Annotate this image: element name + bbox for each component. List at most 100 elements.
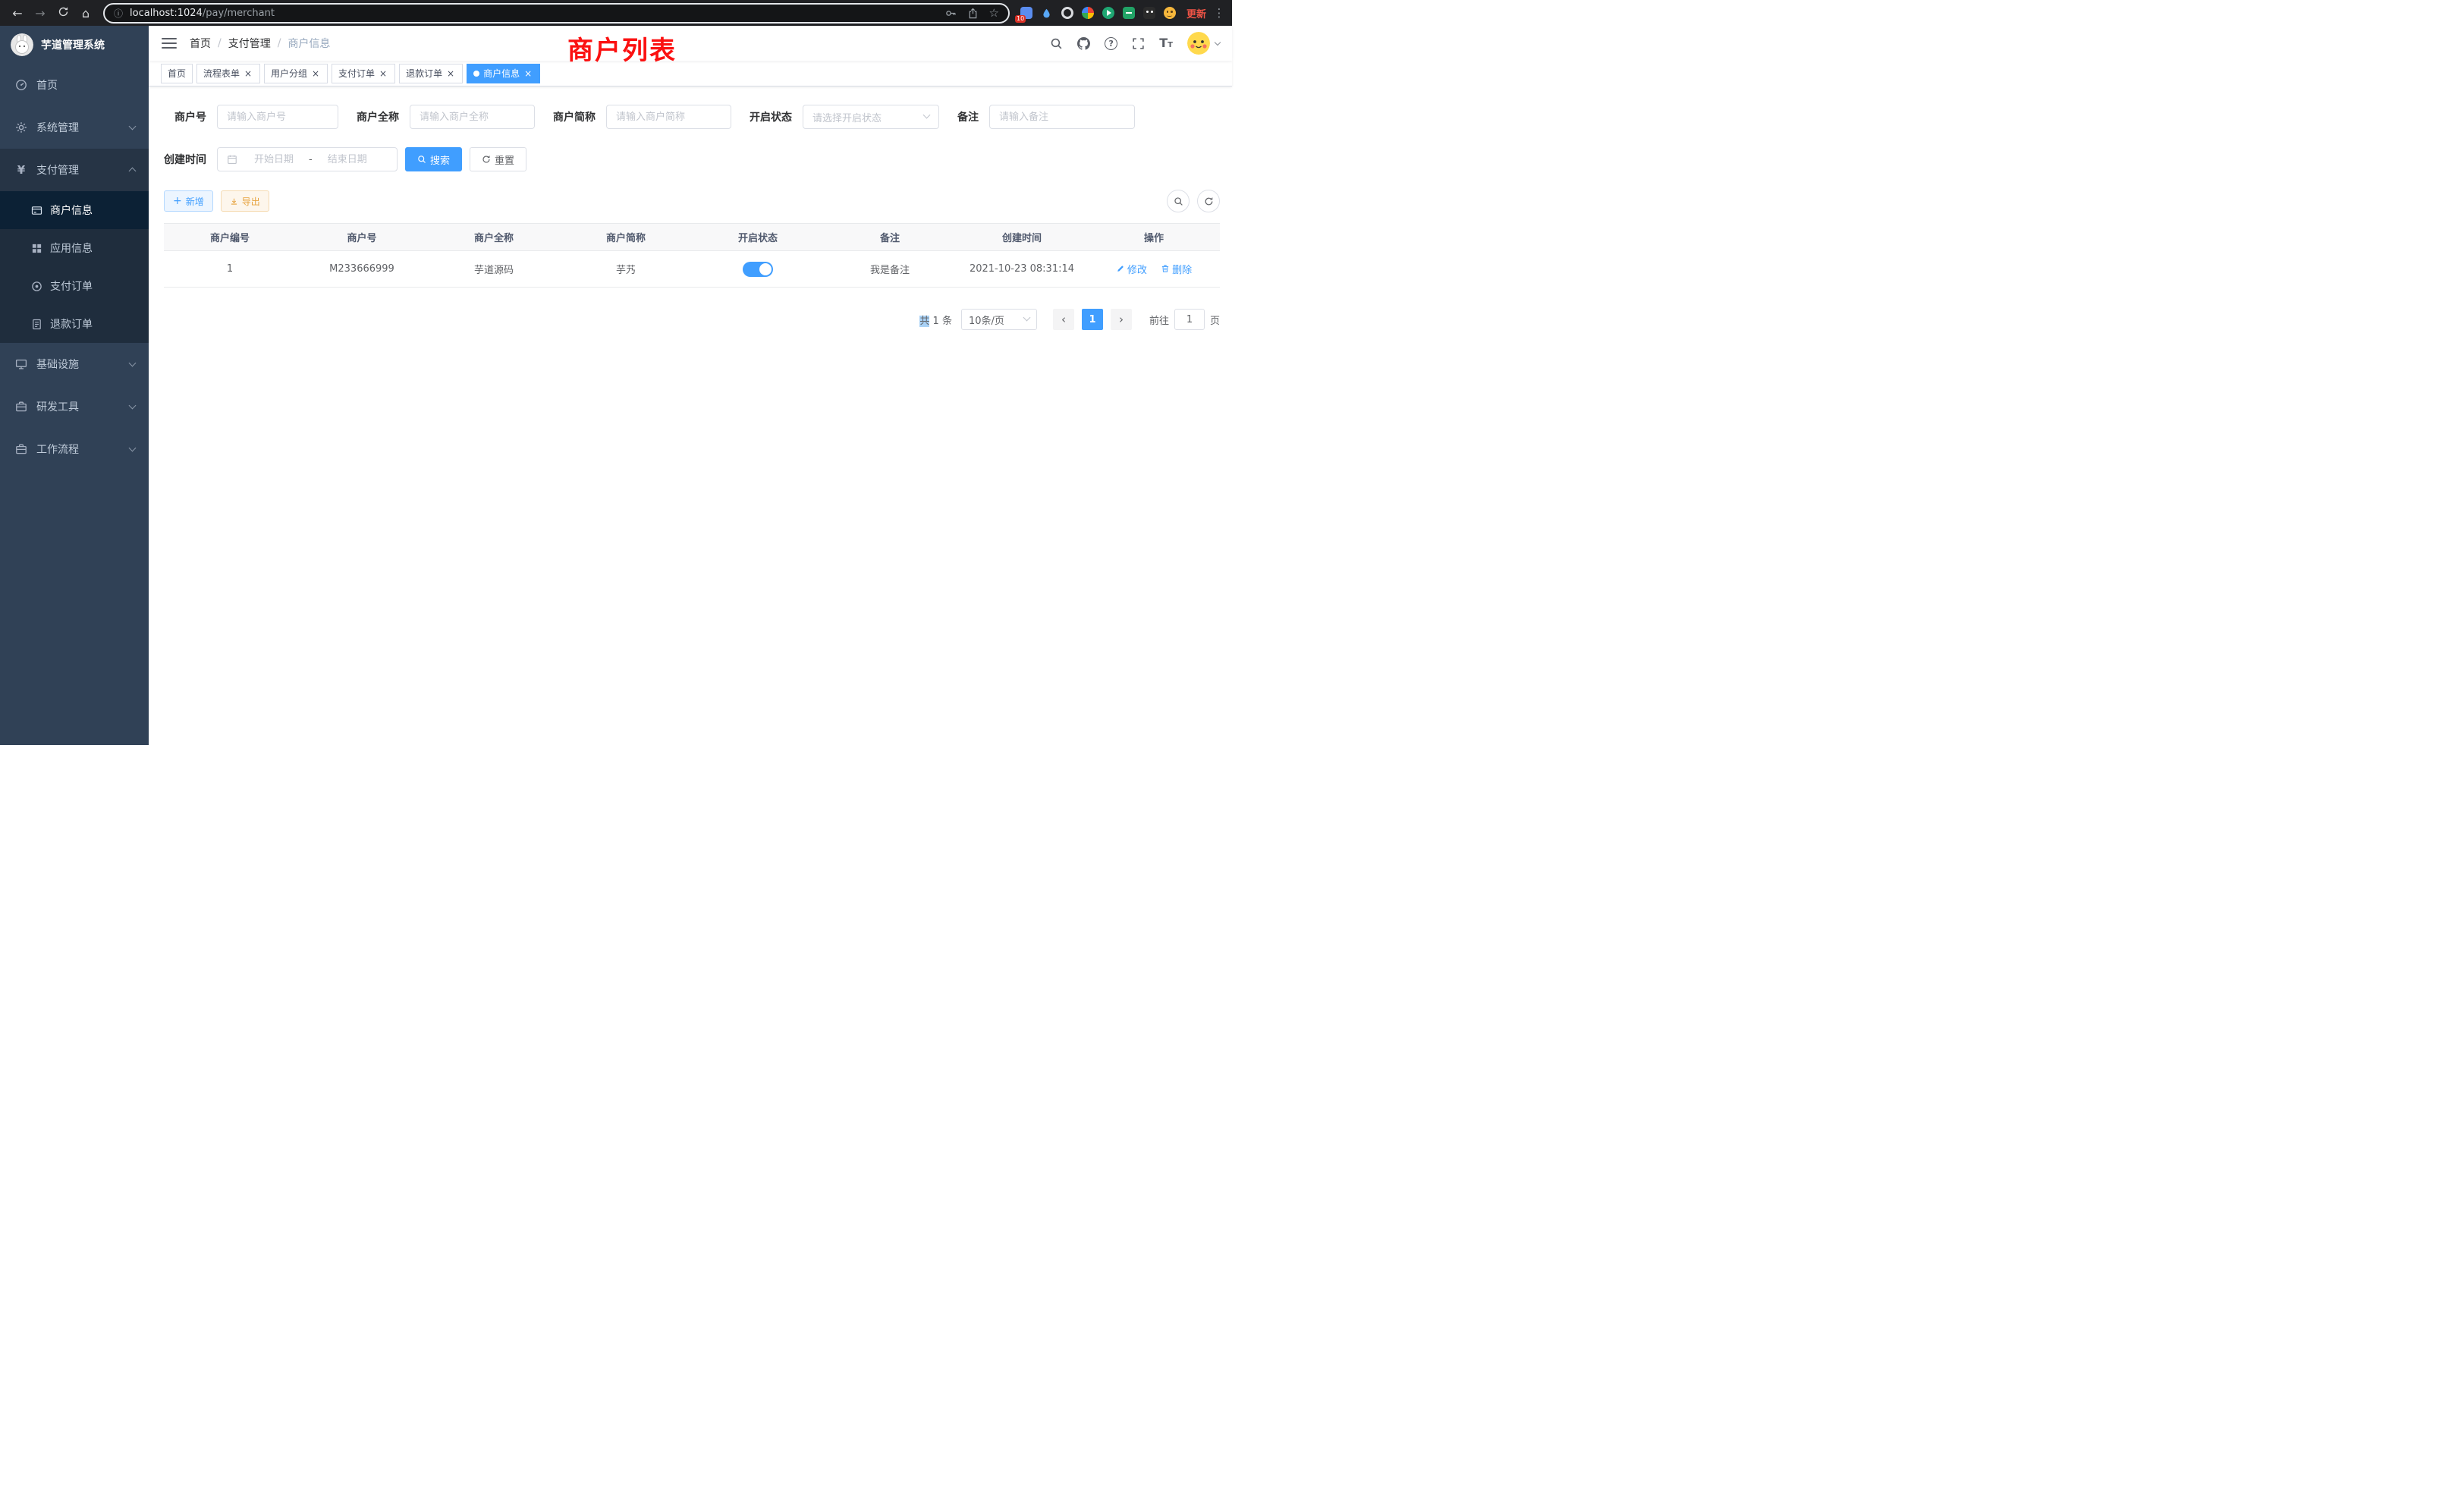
url-bar[interactable]: ⓘ localhost:1024 /pay/merchant ☆ <box>103 3 1010 24</box>
extension-badge: 10 <box>1015 15 1026 23</box>
edit-link[interactable]: 修改 <box>1116 262 1147 276</box>
breadcrumb-separator: / <box>218 37 222 49</box>
extension-icon[interactable] <box>1143 7 1155 19</box>
page-number-button[interactable]: 1 <box>1082 309 1103 330</box>
tab-merchant-info[interactable]: 商户信息 × <box>467 64 540 83</box>
date-range-separator: - <box>307 154 314 165</box>
create-time-range-picker[interactable]: - <box>217 147 398 171</box>
close-icon[interactable]: × <box>445 68 456 79</box>
chevron-down-icon <box>1023 314 1031 322</box>
tab-pay-order[interactable]: 支付订单 × <box>332 64 395 83</box>
sidebar-item-label: 支付管理 <box>36 162 79 178</box>
user-menu[interactable] <box>1187 32 1220 55</box>
search-icon[interactable] <box>1050 37 1063 50</box>
browser-reload-icon[interactable] <box>52 6 74 20</box>
search-button[interactable]: 搜索 <box>405 147 462 171</box>
close-icon[interactable]: × <box>243 68 253 79</box>
tab-home[interactable]: 首页 <box>161 64 193 83</box>
breadcrumb-separator: / <box>278 37 281 49</box>
share-icon[interactable] <box>967 8 979 19</box>
tab-label: 用户分组 <box>271 67 307 80</box>
toggle-search-button[interactable] <box>1167 190 1190 212</box>
bookmark-star-icon[interactable]: ☆ <box>989 6 999 20</box>
url-host: localhost:1024 <box>130 8 203 19</box>
extension-icon[interactable] <box>1041 7 1053 19</box>
sidebar-item-label: 支付订单 <box>50 278 93 294</box>
tab-refund-order[interactable]: 退款订单 × <box>399 64 463 83</box>
page-size-select[interactable]: 10条/页 <box>961 309 1037 330</box>
delete-link[interactable]: 删除 <box>1161 262 1192 276</box>
sidebar-item-dev-tools[interactable]: 研发工具 <box>0 385 149 428</box>
merchant-short-name-input[interactable] <box>606 105 731 129</box>
browser-menu-icon[interactable]: ⋮ <box>1212 6 1226 20</box>
total-count: 共 1 条 <box>919 313 952 327</box>
github-icon[interactable] <box>1077 37 1090 50</box>
sidebar-item-app-info[interactable]: 应用信息 <box>0 229 149 267</box>
breadcrumb-item[interactable]: 首页 <box>190 36 211 51</box>
browser-forward-icon[interactable]: → <box>29 6 52 20</box>
target-icon <box>31 281 42 292</box>
sidebar-item-payment[interactable]: ¥ 支付管理 <box>0 149 149 191</box>
sidebar-item-system[interactable]: 系统管理 <box>0 106 149 149</box>
tab-label: 首页 <box>168 67 186 80</box>
fullscreen-icon[interactable] <box>1132 37 1145 50</box>
browser-home-icon[interactable]: ⌂ <box>74 6 97 20</box>
cell-status <box>692 251 824 288</box>
status-toggle[interactable] <box>743 262 773 277</box>
reset-button[interactable]: 重置 <box>470 147 526 171</box>
extension-icon[interactable]: 10 <box>1020 7 1032 19</box>
merchant-full-name-input[interactable] <box>410 105 535 129</box>
next-page-button[interactable]: › <box>1111 309 1132 330</box>
close-icon[interactable]: × <box>378 68 388 79</box>
table-row: 1 M233666999 芋道源码 芋艿 我是备注 2021-10-23 08:… <box>164 251 1220 288</box>
browser-back-icon[interactable]: ← <box>6 6 29 20</box>
sidebar-item-workflow[interactable]: 工作流程 <box>0 428 149 470</box>
browser-update-button[interactable]: 更新 <box>1186 6 1206 20</box>
toolbox-icon <box>15 401 27 413</box>
breadcrumb-item[interactable]: 支付管理 <box>228 36 271 51</box>
sidebar-item-label: 首页 <box>36 77 58 93</box>
extension-icon[interactable] <box>1061 7 1073 19</box>
password-key-icon[interactable] <box>945 8 957 19</box>
document-icon <box>31 319 42 330</box>
export-button[interactable]: 导出 <box>221 190 269 212</box>
merchant-no-input[interactable] <box>217 105 338 129</box>
app-logo[interactable]: 芋道管理系统 <box>0 26 149 64</box>
yen-icon: ¥ <box>15 163 27 177</box>
status-select[interactable]: 请选择开启状态 <box>803 105 939 129</box>
plus-icon: + <box>173 196 182 206</box>
sidebar-item-label: 退款订单 <box>50 316 93 332</box>
sidebar-item-merchant-info[interactable]: 商户信息 <box>0 191 149 229</box>
start-date-input[interactable] <box>240 154 307 165</box>
grid-icon <box>31 243 42 254</box>
add-button[interactable]: + 新增 <box>164 190 213 212</box>
edit-icon <box>1116 264 1125 273</box>
font-size-icon[interactable]: TT <box>1159 37 1173 49</box>
end-date-input[interactable] <box>314 154 381 165</box>
prev-page-button[interactable]: ‹ <box>1053 309 1074 330</box>
extension-icon[interactable] <box>1123 7 1135 19</box>
sidebar-item-refund-order[interactable]: 退款订单 <box>0 305 149 343</box>
extension-icon[interactable] <box>1102 7 1114 19</box>
remark-input[interactable] <box>989 105 1135 129</box>
tab-user-group[interactable]: 用户分组 × <box>264 64 328 83</box>
close-icon[interactable]: × <box>310 68 321 79</box>
tab-process-form[interactable]: 流程表单 × <box>196 64 260 83</box>
sidebar-item-infrastructure[interactable]: 基础设施 <box>0 343 149 385</box>
refresh-table-button[interactable] <box>1197 190 1220 212</box>
extension-icon[interactable] <box>1082 7 1094 19</box>
help-icon[interactable]: ? <box>1105 37 1117 50</box>
extension-icon[interactable] <box>1164 7 1176 19</box>
field-label: 商户简称 <box>553 109 596 124</box>
sidebar-item-pay-order[interactable]: 支付订单 <box>0 267 149 305</box>
chevron-down-icon <box>923 112 931 119</box>
chevron-down-icon <box>129 402 137 410</box>
site-info-icon[interactable]: ⓘ <box>114 7 123 20</box>
field-label: 开启状态 <box>750 109 792 124</box>
column-header: 商户号 <box>296 224 428 251</box>
goto-page-input[interactable] <box>1174 309 1205 330</box>
sidebar-item-home[interactable]: 首页 <box>0 64 149 106</box>
chevron-down-icon <box>129 123 137 130</box>
close-icon[interactable]: × <box>523 68 533 79</box>
hamburger-icon[interactable] <box>161 36 178 50</box>
